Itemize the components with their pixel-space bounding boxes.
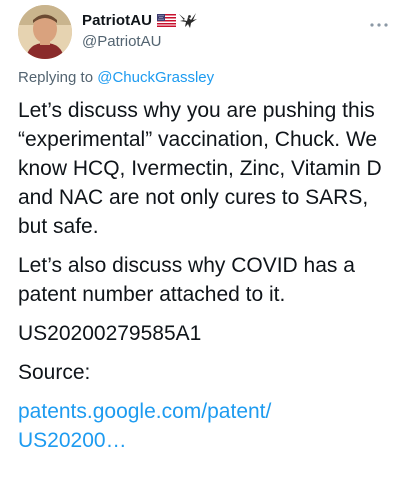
avatar[interactable]: [18, 5, 72, 59]
replying-to: Replying to @ChuckGrassley: [18, 69, 214, 86]
source-link-line1[interactable]: patents.google.com/patent/: [18, 397, 396, 426]
replying-to-prefix: Replying to: [18, 69, 98, 86]
tweet-paragraph: Let’s discuss why you are pushing this “…: [18, 99, 382, 238]
tweet-body: Let’s discuss why you are pushing this “…: [18, 96, 396, 455]
display-name[interactable]: PatriotAU: [82, 12, 152, 29]
us-flag-icon: [157, 13, 177, 27]
author-handle[interactable]: @PatriotAU: [82, 33, 161, 50]
patent-number: US20200279585A1: [18, 322, 202, 345]
tweet-paragraph: Let’s also discuss why COVID has a paten…: [18, 254, 355, 306]
avatar-image: [18, 5, 72, 59]
source-label: Source:: [18, 361, 91, 384]
reply-mention-link[interactable]: @ChuckGrassley: [97, 69, 214, 86]
author-name-row: PatriotAU: [82, 10, 198, 30]
more-horizontal-icon[interactable]: [369, 16, 389, 27]
source-link-line2[interactable]: US20200…: [18, 426, 396, 455]
tweet: PatriotAU @PatriotAU Replying to @ChuckG…: [0, 0, 403, 500]
eagle-icon: [178, 11, 198, 29]
